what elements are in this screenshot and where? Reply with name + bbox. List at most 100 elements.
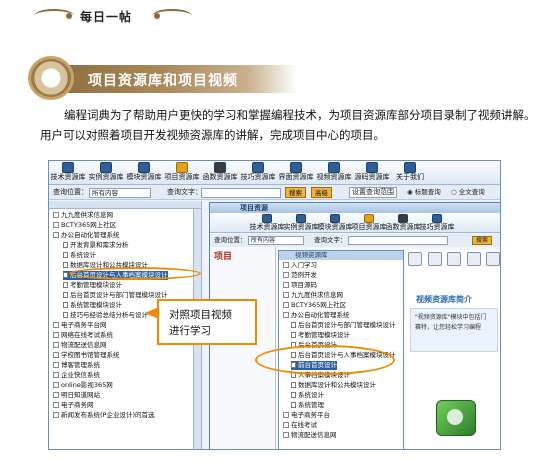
query-position-label: 查询位置： [53,188,88,196]
tree-item-label: 后台首页设计与部门管理模块设计 [70,291,168,299]
expand-icon [283,432,289,438]
video-tree-title: 视频资源库 [279,251,403,260]
inner-window-titlebar: 项目资源 [210,203,500,213]
tree-folder[interactable]: BCTY365网上社区 [53,221,116,230]
tree-item-label: 系统管理 [298,401,324,409]
tree-leaf[interactable]: 系统管理 [291,401,324,410]
expand-icon [283,272,289,278]
tree-leaf[interactable]: 考勤管理模块设计 [291,331,350,340]
tree-folder[interactable]: 办公自动化管理系统 [283,311,350,320]
tree-item-label: 博客管理系统 [61,361,100,369]
tree-item-label: 新闻发布系统(P企业设计)的首选 [61,411,155,419]
book-icon [62,162,74,173]
inner-query-text-label: 查询文字： [314,236,347,244]
tree-item-label: 考勤管理模块设计 [70,281,122,289]
print-icon[interactable] [466,252,481,266]
example-icon [296,214,306,223]
expand-icon [53,372,59,378]
tree-leaf[interactable]: 系统设计 [63,251,96,260]
tree-folder[interactable]: 范例开发 [283,271,317,280]
tree-folder[interactable]: 物流配送信息网 [283,431,337,440]
tree-leaf[interactable]: 考勤管理模块设计 [63,281,122,290]
toolbar-about[interactable]: 关于我们 [391,161,429,185]
inner-query-text-input[interactable] [348,236,448,245]
tree-folder[interactable]: 明日知道网站 [53,391,100,400]
tree-folder[interactable]: 企业快信系统 [53,371,100,380]
inner-toolbar-example[interactable]: 实例资源库 [284,213,319,233]
tree-folder[interactable]: 电子商务平台 [283,411,330,420]
set-query-range[interactable]: 设置查询范围 [349,187,397,198]
info-icon [404,162,416,173]
inner-toolbar-project[interactable]: 项目资源库 [352,213,387,233]
toolbar-source-resource[interactable]: 源码资源库 [353,161,391,185]
forward-icon[interactable] [427,252,442,266]
toolbar-example-resource[interactable]: 实例资源库 [87,161,125,185]
video-intro-pane: 视频资源库简介 "视频资源库"模块中包括门 赛特，让您轻松学习编程 [406,250,500,449]
query-position-select[interactable]: 所有内容 [89,188,151,198]
tree-leaf[interactable]: 系统管理模块设计 [63,301,122,310]
tree-folder[interactable]: 入门学习 [283,261,317,270]
tree-folder[interactable]: 电子商务网 [53,401,94,410]
expand-icon [53,322,59,328]
document-icon [63,292,68,298]
tips-icon [252,162,264,173]
tree-folder[interactable]: 项目源码 [283,281,317,290]
tree-item-label: 系统设计 [70,251,96,259]
project-icon [176,162,188,173]
toolbar-tips-resource[interactable]: 技巧资源库 [239,161,277,185]
tree-item-label: 学校图书馆管理系统 [61,351,120,359]
back-icon[interactable] [408,252,422,266]
function-icon [214,162,226,173]
expand-icon [53,412,59,418]
tree-folder[interactable]: 博客管理系统 [53,361,100,370]
tree-folder[interactable]: 网络在线考试系统 [53,331,113,340]
inner-toolbar-function[interactable]: 函数资源库 [386,213,421,233]
tree-folder[interactable]: 在线考试 [283,421,317,430]
video-intro-line-1: "视频资源库"模块中包括门 [415,314,487,321]
search-button[interactable]: 搜索 [285,187,306,198]
section-title: 项目资源库和项目视频 [88,73,238,89]
query-text-input[interactable] [201,188,281,198]
tree-folder[interactable]: 物流配送信息网 [53,341,107,350]
tree-leaf[interactable]: 后台首页设计与部门管理模块设计 [291,321,396,330]
tree-leaf[interactable]: 系统设计 [291,391,324,400]
tree-item-label: 在线考试 [291,421,317,429]
tree-folder[interactable]: BCTY365网上社区 [283,301,346,310]
tree-item-label: 电子商务平台 [291,411,330,419]
expand-icon [283,262,289,268]
source-code-icon [366,162,378,173]
tree-folder[interactable]: 新闻发布系统(P企业设计)的首选 [53,411,155,420]
toolbar-tech-resource[interactable]: 技术资源库 [49,161,87,185]
tree-folder[interactable]: 学校图书馆管理系统 [53,351,120,360]
inner-search-button[interactable]: 搜索 [472,236,493,245]
tree-folder[interactable]: 办公自动化管理系统 [53,231,120,240]
inner-toolbar-module[interactable]: 模块资源库 [318,213,353,233]
expand-icon [53,332,59,338]
tree-leaf[interactable]: 数据库设计和公共模块设计 [291,381,376,390]
toolbar-project-resource[interactable]: 项目资源库 [163,161,201,185]
tree-leaf[interactable]: 开发背景和需求分析 [63,241,129,250]
toolbar-ui-resource[interactable]: 界面资源库 [277,161,315,185]
video-intro-title: 视频资源库简介 [416,295,472,304]
fulltext-query-option[interactable]: ○ 全文查询 [451,185,485,200]
tree-item-label: 九九度供求信息网 [291,291,343,299]
tree-folder[interactable]: 九九度供求信息网 [283,291,343,300]
inner-window-title: 项目资源 [240,204,268,212]
tree-folder[interactable]: 电子商务平台网 [53,321,107,330]
tree-folder[interactable]: online影视365网 [53,381,113,390]
title-query-option[interactable]: ◉ 标题查询 [407,185,441,200]
toolbar-module-resource[interactable]: 模块资源库 [125,161,163,185]
tree-leaf[interactable]: 后台首页设计与部门管理模块设计 [63,291,168,300]
zoom-icon[interactable] [486,252,500,266]
tree-leaf[interactable]: 技巧与经验总结分析与设计 [63,311,148,320]
inner-query-position-select[interactable]: 所有内容 [248,236,304,245]
toolbar-function-resource[interactable]: 函数资源库 [201,161,239,185]
advanced-button[interactable]: 高级 [311,187,332,198]
copy-icon[interactable] [447,252,461,266]
inner-toolbar-tips[interactable]: 技巧资源库 [420,213,455,233]
tree-folder[interactable]: 九九度供求信息网 [53,211,113,220]
toolbar-video-resource[interactable]: 视频资源库 [315,161,353,185]
tree-item-label: 系统设计 [298,391,324,399]
inner-toolbar-tech[interactable]: 技术资源库 [250,213,285,233]
tree-item-label: 九九度供求信息网 [61,211,113,219]
